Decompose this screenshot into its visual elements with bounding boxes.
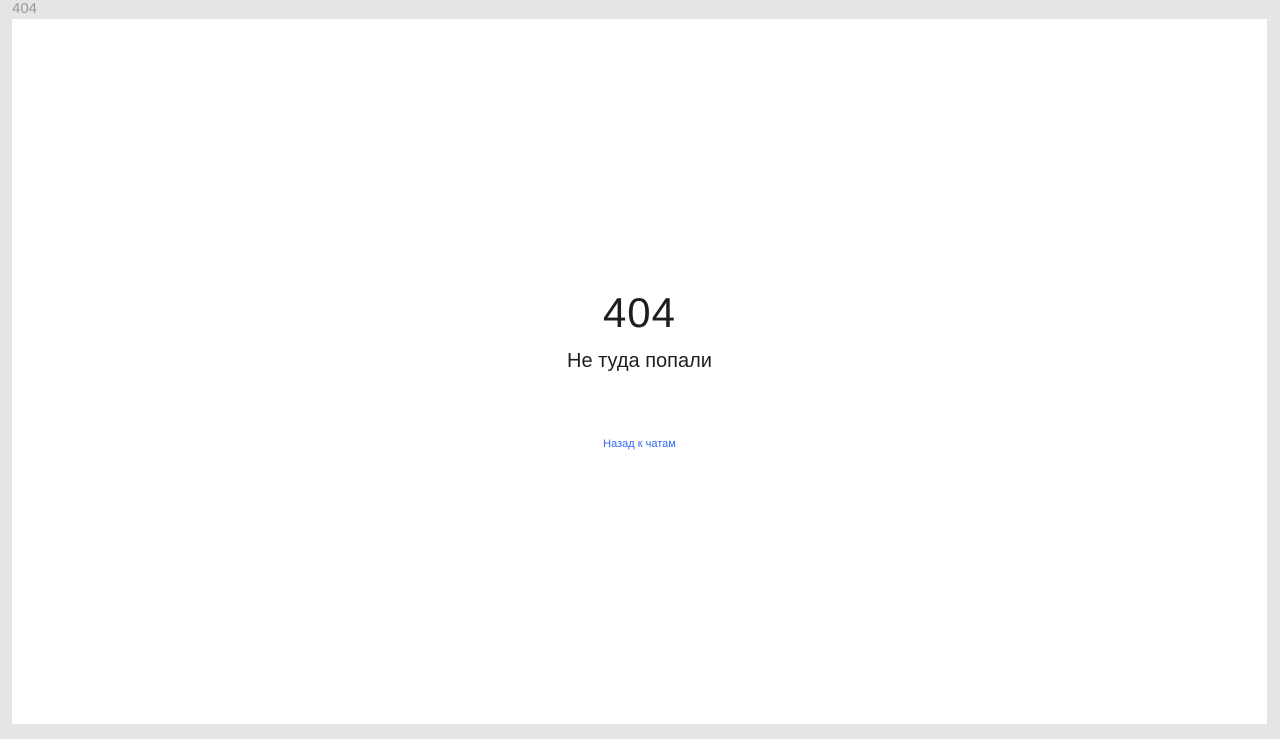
error-code: 404 <box>602 289 677 336</box>
back-link-container: Назад к чатам <box>12 436 1267 452</box>
back-to-chats-link[interactable]: Назад к чатам <box>603 438 676 450</box>
frame-label: 404 <box>12 0 38 17</box>
error-message: Не туда попали <box>567 350 712 372</box>
error-page: 404 Не туда попали Назад к чатам <box>12 19 1267 724</box>
